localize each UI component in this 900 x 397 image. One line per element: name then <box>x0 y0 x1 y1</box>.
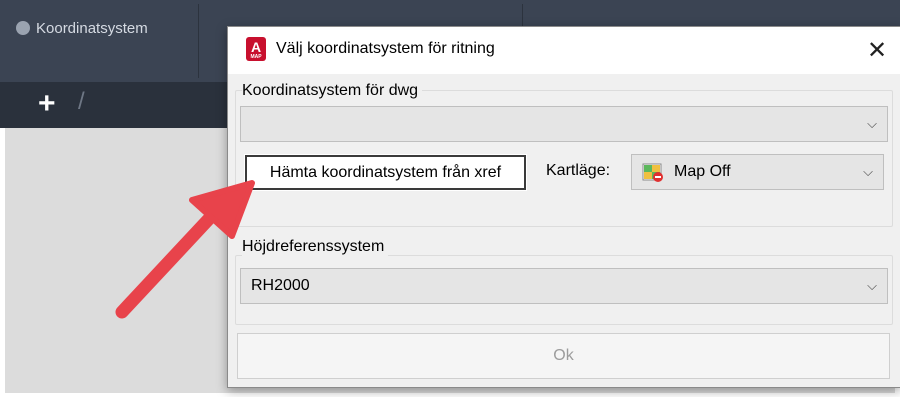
tab-divider: / <box>78 88 85 115</box>
map-off-icon <box>642 163 663 182</box>
height-group-label: Höjdreferenssystem <box>242 238 389 256</box>
app-tab-label: Koordinatsystem <box>36 19 148 37</box>
select-coordinate-system-dialog: A MAP Välj koordinatsystem för ritning ✕ … <box>227 26 900 388</box>
app-tab-koordinatsystem[interactable]: Koordinatsystem <box>16 10 148 46</box>
globe-icon <box>16 21 30 35</box>
chevron-down-icon: ⌵ <box>867 116 877 131</box>
chevron-down-icon: ⌵ <box>863 164 873 179</box>
ok-button[interactable]: Ok <box>237 333 890 379</box>
tab-separator <box>198 4 199 78</box>
map-mode-label: Kartläge: <box>546 162 611 179</box>
dialog-titlebar: A MAP Välj koordinatsystem för ritning ✕ <box>228 27 900 74</box>
new-tab-button[interactable]: + <box>38 86 56 122</box>
height-reference-value: RH2000 <box>251 277 310 294</box>
coord-group-label: Koordinatsystem för dwg <box>242 82 423 100</box>
coordinate-system-combo[interactable]: ⌵ <box>240 106 888 142</box>
map-mode-combo[interactable]: Map Off ⌵ <box>631 154 884 190</box>
close-button[interactable]: ✕ <box>854 27 900 74</box>
height-reference-combo[interactable]: RH2000 ⌵ <box>240 268 888 304</box>
chevron-down-icon: ⌵ <box>867 278 877 293</box>
dialog-title: Välj koordinatsystem för ritning <box>276 40 495 57</box>
fetch-from-xref-button[interactable]: Hämta koordinatsystem från xref <box>244 154 527 191</box>
autocad-logo-icon: A MAP <box>246 37 266 61</box>
